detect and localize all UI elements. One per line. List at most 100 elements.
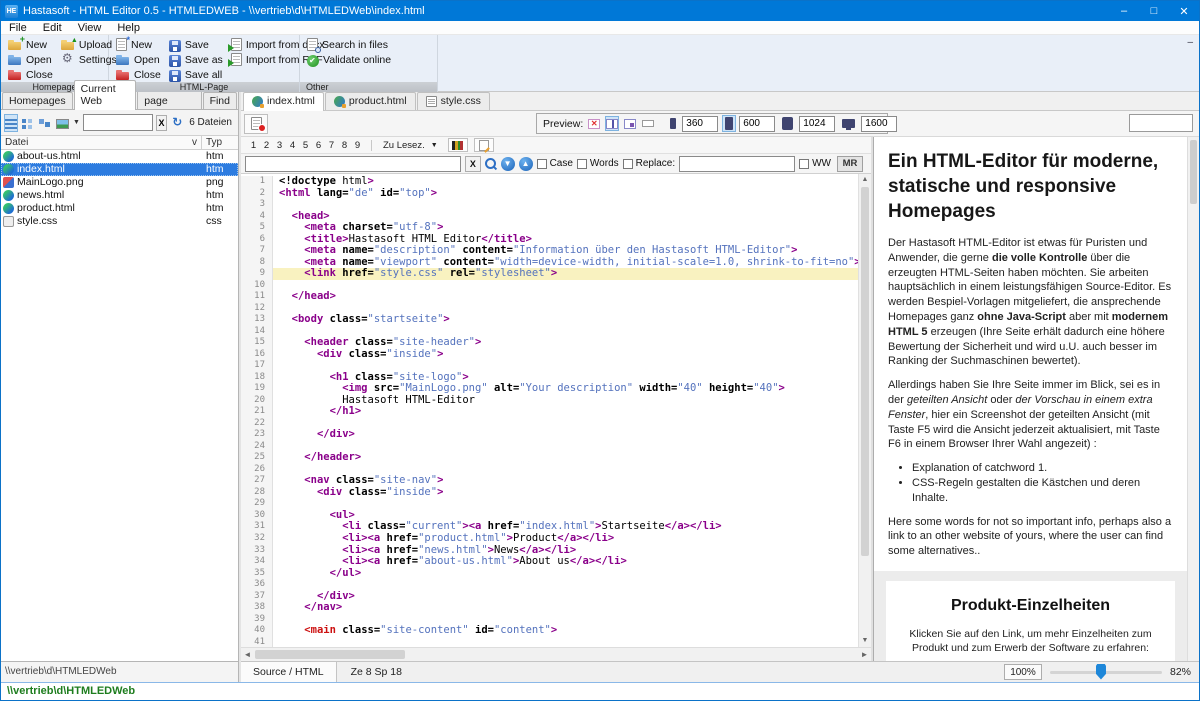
code-line[interactable]: 35 </ul>: [241, 568, 858, 580]
code-line[interactable]: 18 <h1 class="site-logo">: [241, 372, 858, 384]
code-line[interactable]: 39: [241, 614, 858, 626]
device-1024-input[interactable]: [799, 116, 835, 132]
validate-online-button[interactable]: Validate online: [303, 52, 395, 67]
device-600-button[interactable]: [722, 115, 736, 132]
code-line[interactable]: 29: [241, 498, 858, 510]
file-row[interactable]: product.htmlhtm: [1, 202, 238, 215]
scroll-left-arrow[interactable]: ◄: [241, 648, 254, 661]
code-line[interactable]: 19 <img src="MainLogo.png" alt="Your des…: [241, 383, 858, 395]
code-line[interactable]: 5 <meta charset="utf-8">: [241, 222, 858, 234]
code-line[interactable]: 21 </h1>: [241, 406, 858, 418]
code-editor[interactable]: 1<!doctype html>2<html lang="de" id="top…: [241, 176, 858, 647]
code-line[interactable]: 36: [241, 579, 858, 591]
bookmark-4-button[interactable]: 4: [286, 140, 299, 151]
code-line[interactable]: 24: [241, 441, 858, 453]
code-line[interactable]: 4 <head>: [241, 211, 858, 223]
open-button[interactable]: Open: [4, 52, 57, 67]
code-line[interactable]: 33 <li><a href="news.html">News</a></li>: [241, 545, 858, 557]
code-line[interactable]: 11 </head>: [241, 291, 858, 303]
file-filter-input[interactable]: [83, 114, 153, 131]
save-as-button[interactable]: Save as: [165, 52, 227, 67]
device-1600-input[interactable]: [861, 116, 897, 132]
device-1600-button[interactable]: [839, 117, 858, 130]
device-600-input[interactable]: [739, 116, 775, 132]
panel-tab-current-web[interactable]: Current Web: [74, 80, 137, 110]
file-row[interactable]: news.htmlhtm: [1, 189, 238, 202]
code-line[interactable]: 40 <main class="site-content" id="conten…: [241, 625, 858, 637]
open-button[interactable]: Open: [112, 52, 165, 67]
code-line[interactable]: 25 </header>: [241, 452, 858, 464]
bookmark-7-button[interactable]: 7: [325, 140, 338, 151]
zoom-slider[interactable]: [1050, 671, 1162, 674]
doc-tab-style-css[interactable]: style.css: [417, 92, 490, 110]
color-palette-button[interactable]: [448, 138, 468, 152]
code-line[interactable]: 13 <body class="startseite">: [241, 314, 858, 326]
code-line[interactable]: 12: [241, 303, 858, 315]
panel-tab-homepages[interactable]: Homepages: [2, 92, 73, 109]
file-row[interactable]: style.csscss: [1, 215, 238, 228]
preview-window-button[interactable]: [623, 116, 637, 131]
bookmark-9-button[interactable]: 9: [351, 140, 364, 151]
new-button[interactable]: +New: [4, 37, 57, 52]
column-header-name[interactable]: Dateiv: [1, 136, 202, 149]
editor-vertical-scrollbar[interactable]: ▲ ▼: [858, 174, 871, 647]
code-line[interactable]: 30 <ul>: [241, 510, 858, 522]
bookmark-5-button[interactable]: 5: [299, 140, 312, 151]
code-line[interactable]: 20 Hastasoft HTML-Editor: [241, 395, 858, 407]
bookmark-1-button[interactable]: 1: [247, 140, 260, 151]
list-view-button[interactable]: [4, 114, 18, 132]
code-line[interactable]: 28 <div class="inside">: [241, 487, 858, 499]
file-row[interactable]: about-us.htmlhtm: [1, 150, 238, 163]
details-view-button[interactable]: [21, 114, 35, 132]
replace-input[interactable]: [679, 156, 795, 172]
code-line[interactable]: 31 <li class="current"><a href="index.ht…: [241, 521, 858, 533]
replace-checkbox[interactable]: Replace:: [623, 158, 675, 169]
menu-view[interactable]: View: [70, 21, 110, 35]
preview-scrollbar[interactable]: [1187, 137, 1199, 661]
device-360-button[interactable]: [667, 116, 679, 131]
device-360-input[interactable]: [682, 116, 718, 132]
code-line[interactable]: 17: [241, 360, 858, 372]
search-button[interactable]: [485, 158, 497, 170]
toolbar-input[interactable]: [1129, 114, 1193, 132]
code-line[interactable]: 16 <div class="inside">: [241, 349, 858, 361]
code-line[interactable]: 6 <title>Hastasoft HTML Editor</title>: [241, 234, 858, 246]
close-button[interactable]: ✕: [1169, 1, 1199, 21]
thumbnail-view-button[interactable]: [55, 114, 70, 132]
format-button[interactable]: [474, 138, 494, 152]
code-line[interactable]: 37 </div>: [241, 591, 858, 603]
scroll-thumb[interactable]: [861, 187, 869, 556]
code-line[interactable]: 32 <li><a href="product.html">Product</a…: [241, 533, 858, 545]
minimize-button[interactable]: –: [1109, 1, 1139, 21]
editor-horizontal-scrollbar[interactable]: ◄ ►: [241, 647, 871, 661]
code-line[interactable]: 41: [241, 637, 858, 647]
wordwrap-checkbox[interactable]: WW: [799, 158, 831, 169]
device-1024-button[interactable]: [779, 115, 796, 132]
code-line[interactable]: 26: [241, 464, 858, 476]
preview-scroll-thumb[interactable]: [1190, 140, 1197, 204]
code-line[interactable]: 27 <nav class="site-nav">: [241, 475, 858, 487]
search-clear-button[interactable]: X: [465, 156, 480, 172]
preview-off-button[interactable]: ✕: [587, 116, 601, 131]
code-line[interactable]: 3: [241, 199, 858, 211]
icons-view-button[interactable]: [38, 114, 52, 132]
scroll-down-arrow[interactable]: ▼: [859, 635, 871, 647]
file-row[interactable]: index.htmlhtm: [1, 163, 238, 176]
menu-file[interactable]: File: [1, 21, 35, 35]
file-row[interactable]: MainLogo.pngpng: [1, 176, 238, 189]
close-page-button[interactable]: [244, 114, 268, 134]
mr-button[interactable]: MR: [837, 156, 863, 172]
zoom-reset-button[interactable]: 100%: [1004, 664, 1042, 680]
close-button[interactable]: Close: [4, 67, 57, 82]
code-line[interactable]: 38 </nav>: [241, 602, 858, 614]
hscroll-thumb[interactable]: [255, 650, 405, 659]
bookmark-3-button[interactable]: 3: [273, 140, 286, 151]
code-line[interactable]: 9 <link href="style.css" rel="stylesheet…: [241, 268, 858, 280]
bookmark-2-button[interactable]: 2: [260, 140, 273, 151]
new-button[interactable]: *New: [112, 37, 165, 52]
words-checkbox[interactable]: Words: [577, 158, 619, 169]
doc-tab-product-html[interactable]: product.html: [325, 92, 416, 110]
maximize-button[interactable]: □: [1139, 1, 1169, 21]
zoom-slider-thumb[interactable]: [1096, 664, 1106, 680]
code-line[interactable]: 10: [241, 280, 858, 292]
